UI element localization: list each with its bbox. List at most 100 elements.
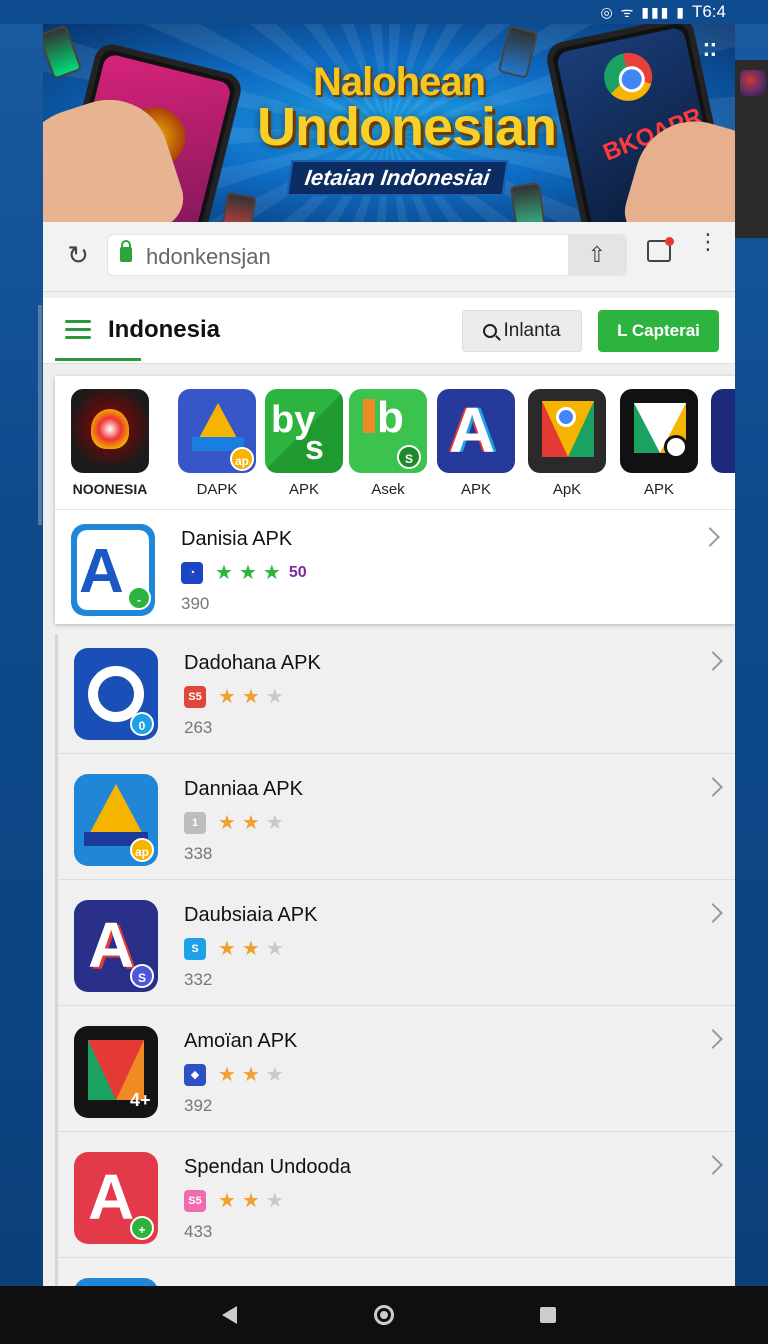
chevron-right-icon[interactable]: [703, 1155, 723, 1175]
search-button[interactable]: Inlanta: [462, 310, 582, 352]
chrome-triangle-icon: [528, 389, 606, 473]
badge-icon: -: [127, 586, 151, 610]
badge-icon: S: [130, 964, 154, 988]
star-icon: ★: [265, 1064, 284, 1086]
reload-icon[interactable]: ↻: [63, 240, 93, 270]
download-count: 263: [184, 718, 213, 737]
download-count: 433: [184, 1222, 213, 1241]
icon-strip: NOONESIA ap DAPK by s APK b S Asek A APK…: [55, 376, 735, 510]
star-icon: ★: [265, 1190, 284, 1212]
promo-banner[interactable]: UNDONESIA BKOAPR Nalohean Undonesian Iet…: [43, 24, 735, 222]
strip-item-label: DAPK: [196, 481, 238, 498]
recents-icon[interactable]: [540, 1307, 556, 1323]
developer-chip-icon: S5: [184, 1190, 206, 1212]
share-icon[interactable]: ⇧: [568, 235, 626, 275]
download-count: 338: [184, 844, 213, 863]
chevron-right-icon[interactable]: [703, 777, 723, 797]
chevron-right-icon[interactable]: [703, 1029, 723, 1049]
rating: ◔ ★ ★ ★ 50: [181, 562, 307, 584]
chevron-right-icon[interactable]: [700, 527, 720, 547]
chevron-right-icon[interactable]: [703, 903, 723, 923]
hamburger-icon[interactable]: [65, 320, 91, 340]
notification-dot: [665, 237, 674, 246]
strip-item[interactable]: b S Asek: [349, 389, 427, 498]
black-a-icon: [620, 389, 698, 473]
search-button-label: Inlanta: [503, 320, 561, 341]
strip-item[interactable]: NOONESIA: [71, 389, 149, 497]
blue-a-icon: A: [437, 389, 515, 473]
star-icon: ★: [215, 562, 233, 584]
category-button[interactable]: L Capterai: [598, 310, 719, 352]
strip-item[interactable]: APK: [620, 389, 698, 498]
star-icon: ★: [241, 1064, 260, 1086]
banner-title-line2: Undonesian: [257, 97, 557, 157]
rating: 1 ★ ★ ★: [184, 812, 284, 834]
drive-triangle-icon: ap: [178, 389, 256, 473]
featured-card: NOONESIA ap DAPK by s APK b S Asek A APK…: [55, 376, 735, 624]
url-text[interactable]: hdonkensjan: [146, 244, 271, 270]
list-item[interactable]: 4+ Amoïan APK ◆ ★ ★ ★ 392: [58, 1012, 735, 1132]
star-icon: ★: [262, 562, 281, 584]
app-name: Spendan Undooda: [184, 1156, 351, 1178]
strip-item-label: Asek: [371, 481, 405, 498]
status-bar: ◎ ᯤ ▮▮▮ ▮ T6:4: [0, 0, 768, 24]
browser-window: UNDONESIA BKOAPR Nalohean Undonesian Iet…: [43, 24, 735, 1286]
app-icon: [74, 1278, 158, 1286]
app-name: Amoïan APK: [184, 1030, 298, 1052]
star-icon: ★: [265, 938, 284, 960]
avatar[interactable]: [740, 70, 766, 96]
download-count: 332: [184, 970, 213, 989]
developer-chip-icon: ◆: [184, 1064, 206, 1086]
b-green-icon: b S: [349, 389, 427, 473]
strip-item[interactable]: ap DAPK: [178, 389, 256, 498]
download-count: 392: [184, 1096, 213, 1115]
list-item[interactable]: ap Danniaa APK 1 ★ ★ ★ 338: [58, 760, 735, 880]
star-icon: ★: [218, 1064, 236, 1086]
download-count: 390: [181, 594, 210, 613]
strip-item-label: APK: [460, 481, 491, 498]
strip-item[interactable]: by s APK: [265, 389, 343, 498]
badge-icon: ap: [230, 447, 254, 471]
app-header: Indonesia Inlanta L Capterai: [43, 298, 735, 364]
list-item-partial[interactable]: [58, 1264, 735, 1286]
page-title: Indonesia: [108, 316, 221, 343]
tab-indicator: [55, 358, 141, 361]
system-nav-bar: [0, 1286, 768, 1344]
star-icon: ★: [265, 686, 284, 708]
status-icons: ◎ ᯤ ▮▮▮ ▮: [600, 3, 686, 20]
search-icon: [483, 324, 498, 338]
star-icon: ★: [241, 812, 260, 834]
featured-app-row[interactable]: A - Danisia APK ◔ ★ ★ ★ 50 390: [55, 510, 735, 624]
strip-item[interactable]: [711, 389, 735, 473]
strip-item[interactable]: ApK: [528, 389, 606, 498]
partial-app-icon: [711, 389, 735, 473]
developer-chip-icon: 1: [184, 812, 206, 834]
app-name: Danniaa APK: [184, 778, 303, 800]
list-item[interactable]: A + Spendan Undooda S5 ★ ★ ★ 433: [58, 1138, 735, 1258]
chrome-logo-icon: [599, 48, 657, 106]
developer-chip-icon: S: [184, 938, 206, 960]
back-icon[interactable]: [222, 1306, 237, 1324]
home-icon[interactable]: [374, 1305, 394, 1325]
rating: S5 ★ ★ ★: [184, 1190, 284, 1212]
chevron-right-icon[interactable]: [703, 651, 723, 671]
address-bar[interactable]: hdonkensjan ⇧: [107, 234, 627, 276]
badge-icon: 0: [130, 712, 154, 736]
garuda-emblem-icon: [71, 389, 149, 473]
tabs-icon[interactable]: [647, 237, 674, 262]
developer-chip-icon: ◔: [181, 562, 203, 584]
strip-item[interactable]: A APK: [437, 389, 515, 498]
app-icon: A +: [74, 1152, 158, 1244]
app-icon: A S: [74, 900, 158, 992]
more-dots-icon[interactable]: ⁚⁚: [703, 40, 717, 61]
list-item[interactable]: 0 Dadohana APK S5 ★ ★ ★ 263: [58, 634, 735, 754]
rating: S5 ★ ★ ★: [184, 686, 284, 708]
menu-icon[interactable]: ⋮: [697, 231, 719, 253]
status-time: T6:4: [691, 2, 726, 21]
list-item[interactable]: A S Daubsiaia APK S ★ ★ ★ 332: [58, 886, 735, 1006]
app-name: Dadohana APK: [184, 652, 321, 674]
strip-item-label: APK: [288, 481, 319, 498]
star-icon: ★: [241, 1190, 260, 1212]
rating: ◆ ★ ★ ★: [184, 1064, 284, 1086]
browser-toolbar: ↻ hdonkensjan ⇧ ⋮: [43, 222, 735, 292]
